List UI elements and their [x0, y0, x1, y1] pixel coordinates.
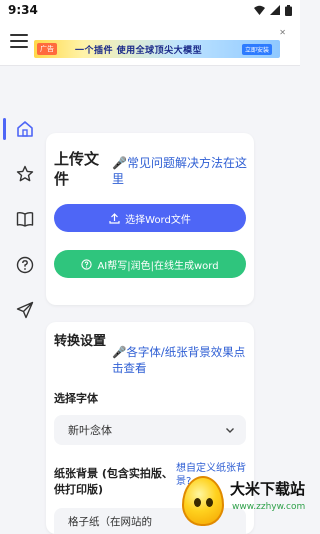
pin-icon: 🎤: [112, 156, 127, 170]
ad-install-button[interactable]: 立即安装: [241, 43, 272, 55]
upload-icon: [109, 212, 120, 224]
upload-card: 上传文件 🎤常见问题解决方法在这里 选择Word文件 AI帮写|润色|在线生成w…: [46, 133, 254, 305]
status-bar: 9:34: [0, 0, 300, 20]
ad-close-icon[interactable]: ✕: [279, 28, 286, 37]
nav-home[interactable]: [14, 118, 36, 140]
select-word-button[interactable]: 选择Word文件: [54, 204, 246, 232]
chevron-down-icon: [226, 428, 234, 433]
top-bar: 广告 一个插件 使用全球顶尖大模型 立即安装: [0, 20, 300, 66]
home-icon: [17, 121, 33, 137]
menu-icon-line: [10, 40, 28, 42]
send-icon: [16, 301, 34, 319]
font-select-value: 新叶念体: [68, 424, 112, 437]
nav-active-indicator: [3, 118, 6, 140]
ad-text: 一个插件 使用全球顶尖大模型: [75, 45, 203, 56]
ai-write-button[interactable]: AI帮写|润色|在线生成word: [54, 250, 246, 278]
ai-write-label: AI帮写|润色|在线生成word: [97, 260, 219, 272]
font-select[interactable]: 新叶念体: [54, 415, 246, 445]
watermark-url: www.zzhyw.com: [232, 502, 306, 512]
faq-link[interactable]: 🎤常见问题解决方法在这里: [112, 155, 248, 187]
watermark-logo: [182, 476, 224, 526]
watermark-title: 大米下载站: [230, 480, 306, 498]
watermark-logo-eye: [206, 498, 213, 507]
pin-icon: 🎤: [112, 345, 127, 359]
ad-banner[interactable]: 广告 一个插件 使用全球顶尖大模型 立即安装: [34, 40, 280, 58]
side-nav: [0, 100, 44, 534]
paper-select-value: 格子纸（在网站的: [68, 516, 152, 528]
menu-icon-line: [10, 46, 28, 48]
ad-tag: 广告: [37, 43, 57, 55]
signal-icon: [270, 5, 280, 15]
wifi-icon: [254, 5, 265, 15]
paper-label: 纸张背景 (包含实拍版、供打印版): [54, 467, 173, 496]
nav-help[interactable]: [14, 254, 36, 276]
watermark-logo-eye: [194, 498, 201, 507]
status-time: 9:34: [8, 3, 38, 17]
settings-title: 转换设置: [54, 334, 107, 349]
menu-icon: [10, 34, 28, 36]
nav-guide[interactable]: [14, 208, 36, 230]
star-icon: [16, 165, 34, 182]
faq-link-text: 常见问题解决方法在这里: [112, 156, 247, 186]
upload-title: 上传文件: [54, 150, 100, 188]
watermark: 大米下载站 www.zzhyw.com: [160, 464, 305, 534]
menu-button[interactable]: [10, 30, 32, 52]
status-icons: [254, 4, 292, 16]
help-icon: [16, 256, 34, 274]
battery-icon: [285, 4, 292, 16]
effects-link[interactable]: 🎤各字体/纸张背景效果点击查看: [112, 344, 248, 376]
nav-share[interactable]: [14, 299, 36, 321]
select-word-label: 选择Word文件: [125, 214, 191, 226]
font-label: 选择字体: [54, 392, 98, 405]
help-circle-icon: [81, 258, 93, 270]
nav-favorites[interactable]: [14, 163, 36, 185]
effects-link-text: 各字体/纸张背景效果点击查看: [112, 345, 246, 375]
book-icon: [16, 211, 34, 227]
